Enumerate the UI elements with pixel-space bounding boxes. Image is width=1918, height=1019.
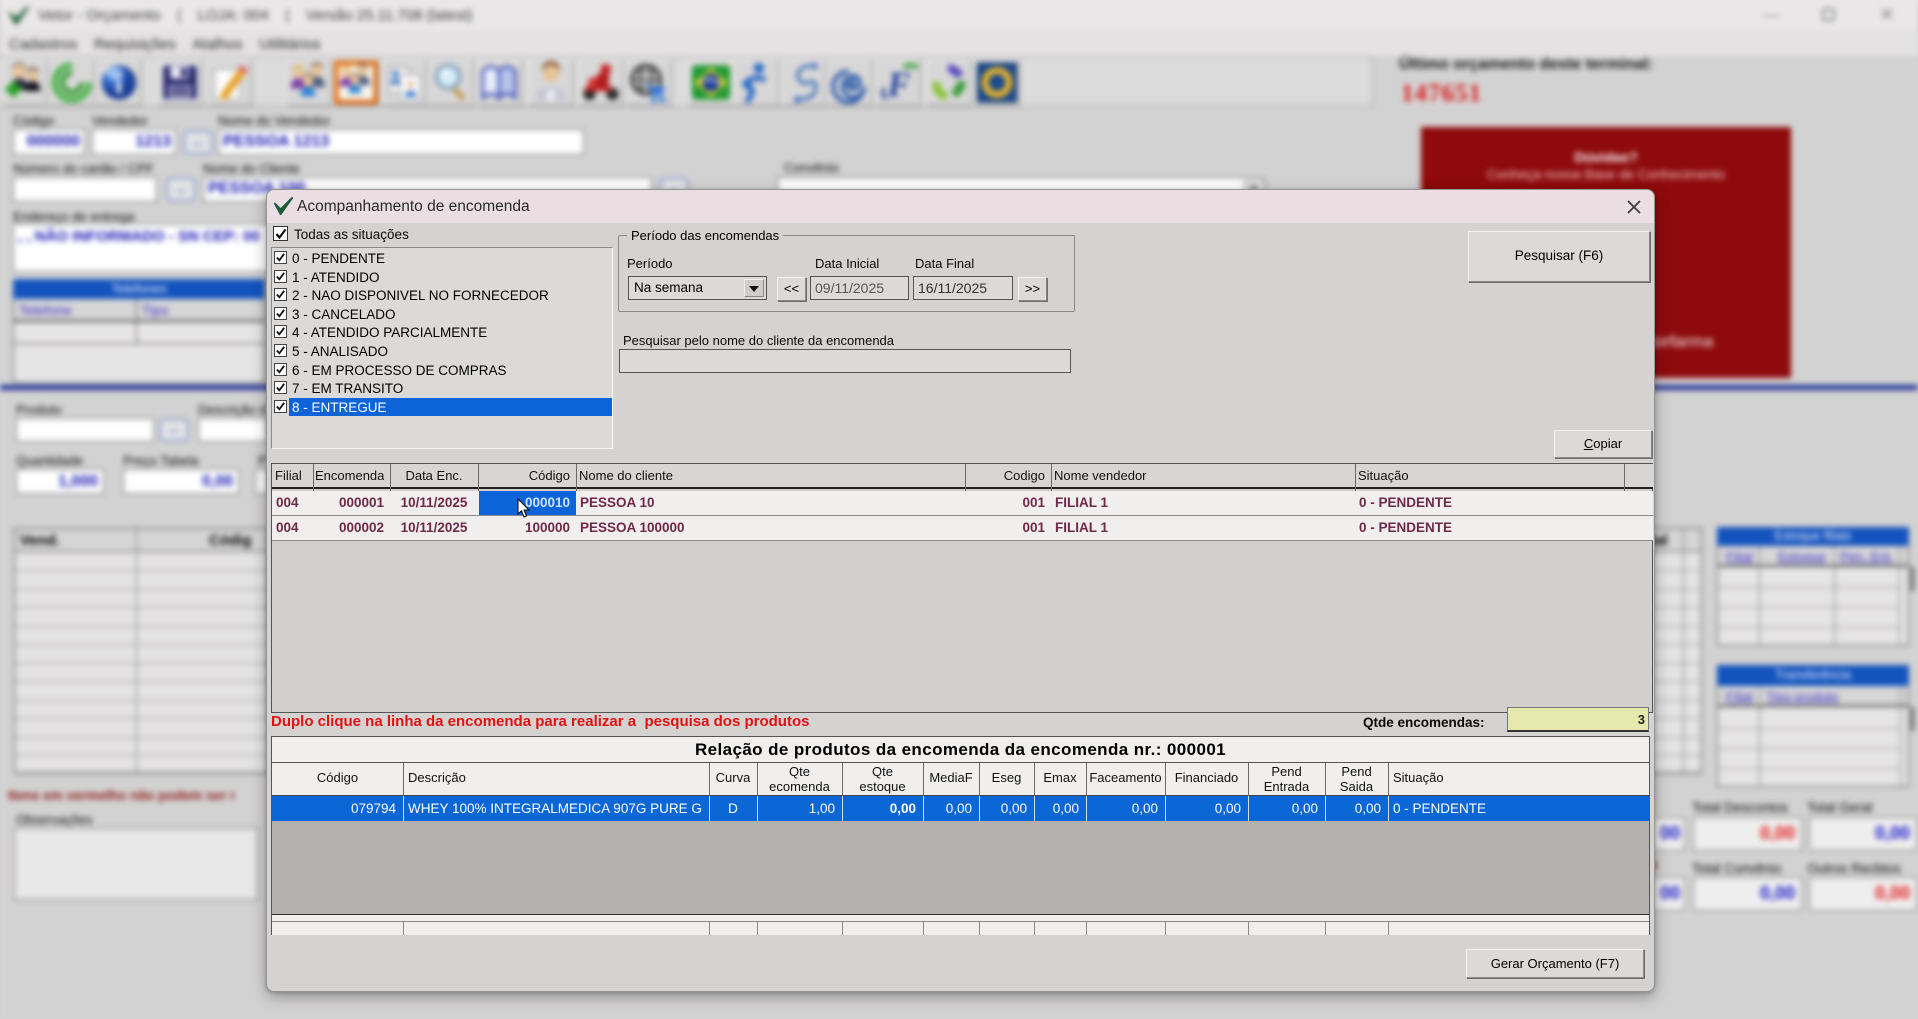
svg-text:F: F bbox=[886, 66, 910, 104]
svg-text:i: i bbox=[115, 70, 122, 99]
